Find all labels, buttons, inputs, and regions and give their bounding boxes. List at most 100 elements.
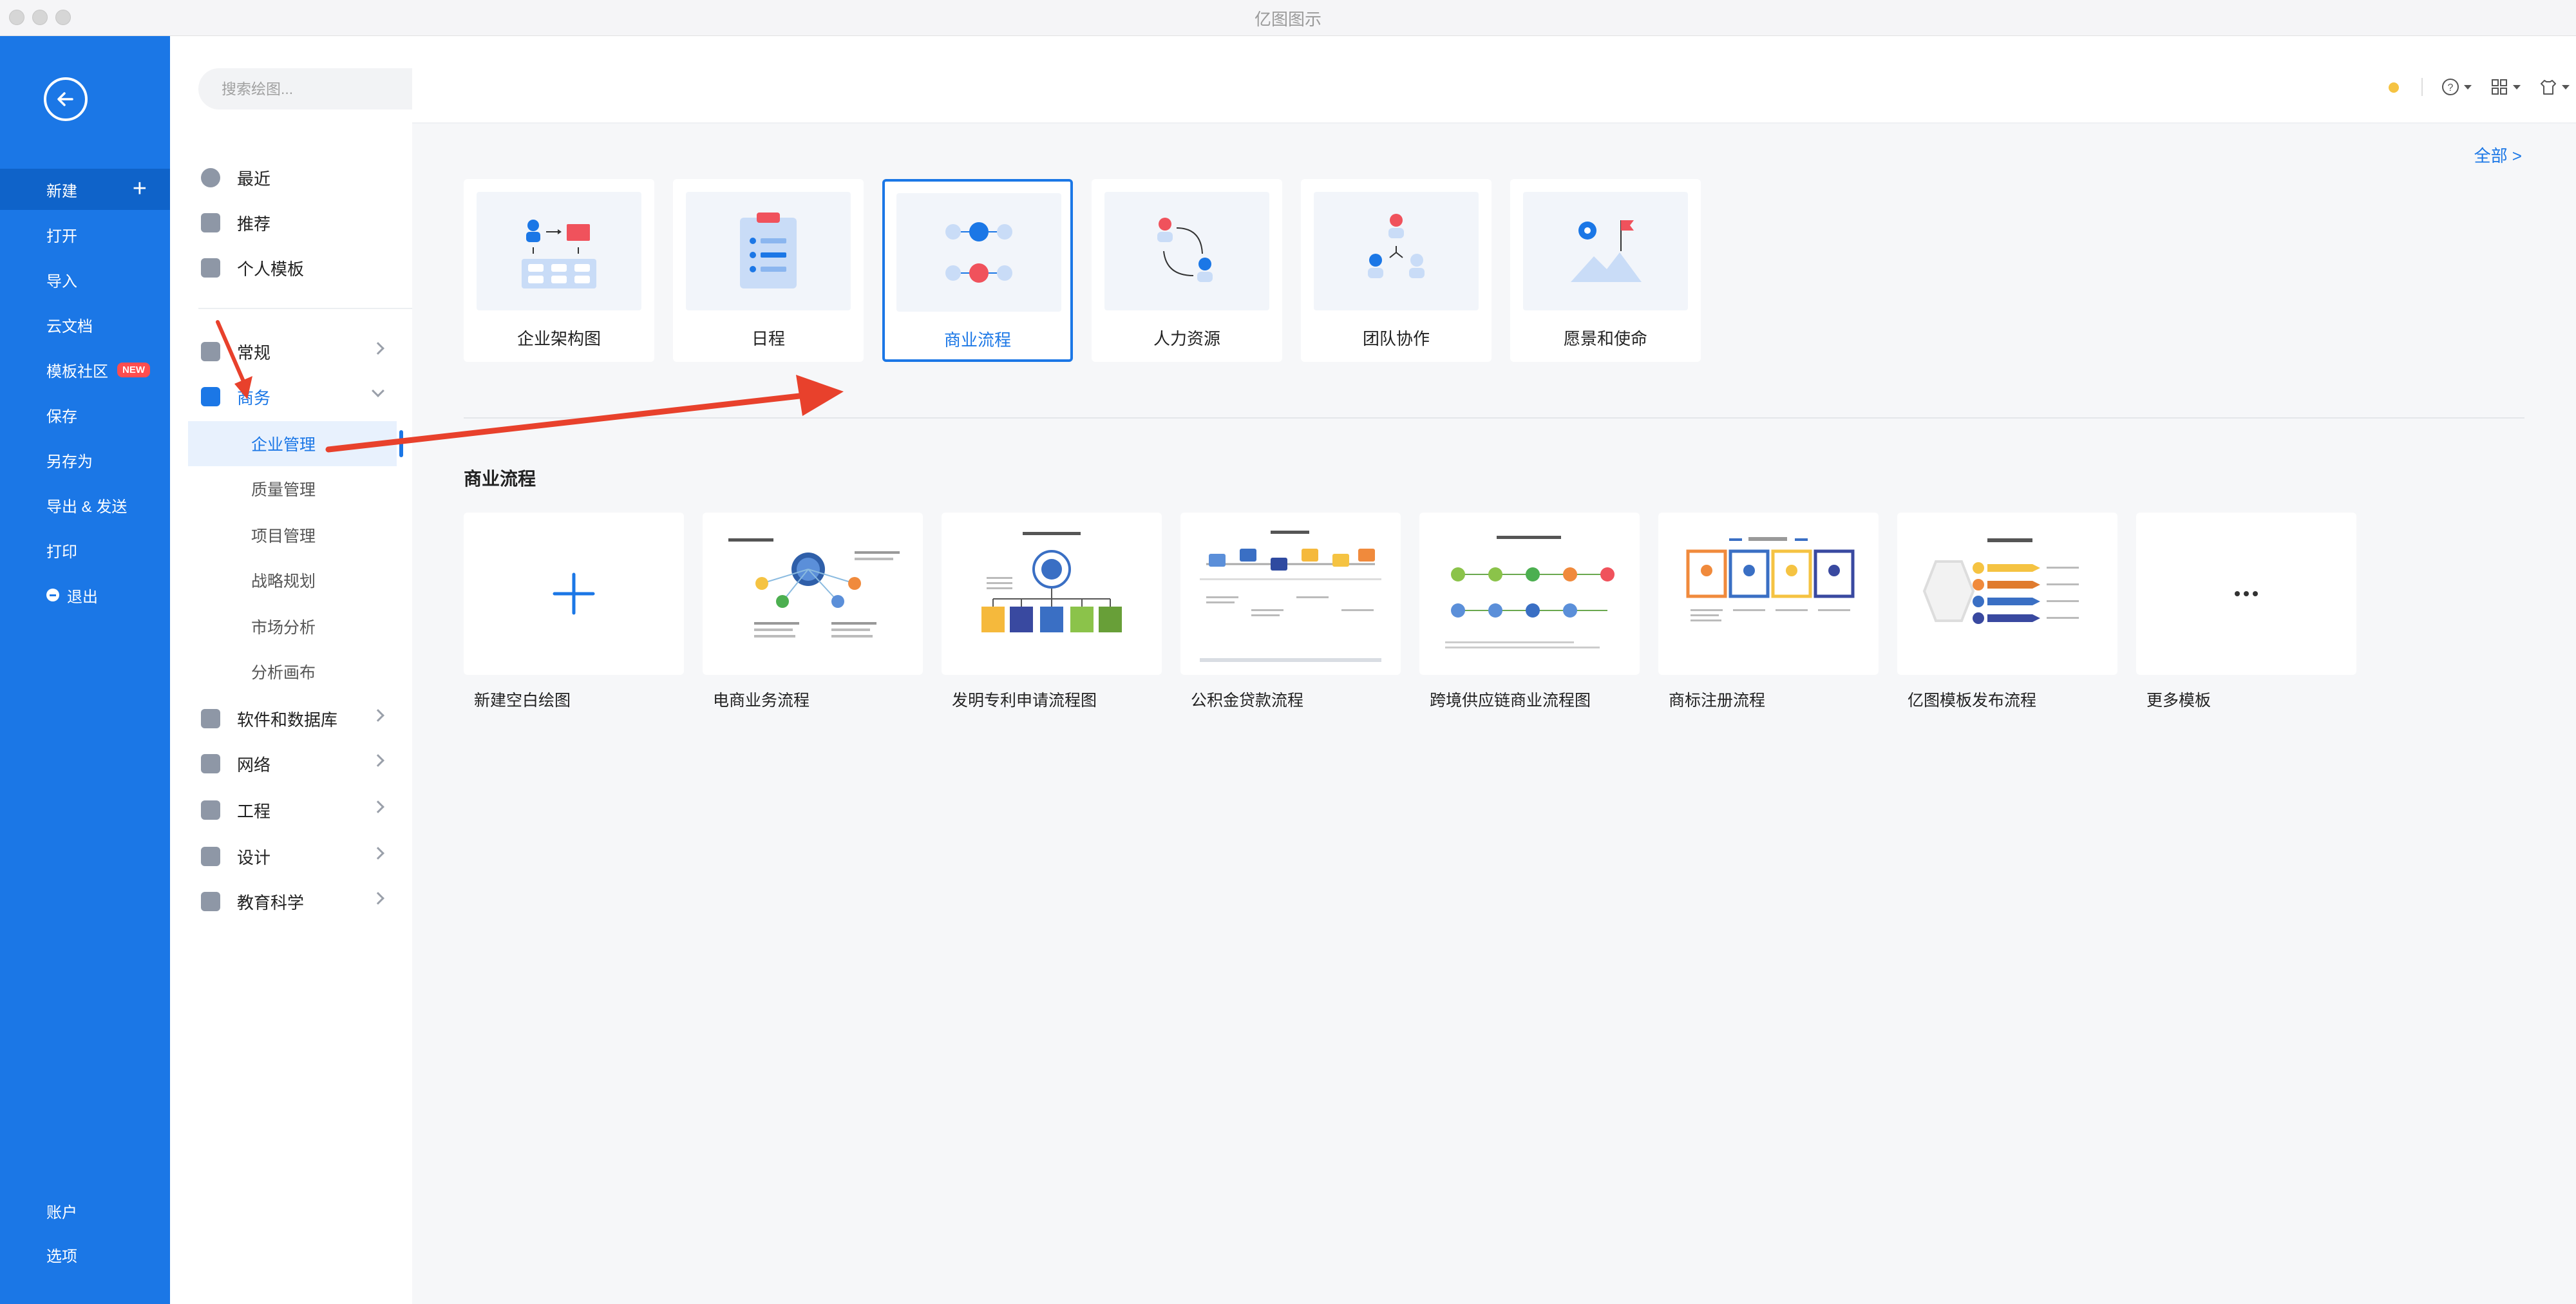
- subcategory-project-management[interactable]: 项目管理: [188, 513, 397, 558]
- subcategory-analysis-canvas-label: 分析画布: [251, 664, 316, 682]
- category-design[interactable]: 设计: [191, 837, 392, 876]
- nav-save[interactable]: 保存: [0, 394, 170, 435]
- subcategory-strategic-planning[interactable]: 战略规划: [188, 558, 397, 603]
- chevron-right-icon: [372, 709, 384, 722]
- nav-account[interactable]: 账户: [0, 1190, 170, 1231]
- category-network[interactable]: 网络: [191, 744, 392, 783]
- category-network-label: 网络: [237, 755, 271, 775]
- category-software-database-label: 软件和数据库: [237, 710, 338, 730]
- nav-new[interactable]: 新建 +: [0, 169, 170, 210]
- category-education-science-label: 教育科学: [237, 893, 305, 912]
- nav-save-as-label: 另存为: [46, 453, 93, 471]
- type-card-label: 企业架构图: [516, 329, 601, 348]
- window-titlebar: 亿图图示: [0, 0, 2576, 36]
- template-label: 电商业务流程: [713, 692, 810, 710]
- nav-exit-label: 退出: [67, 588, 98, 606]
- template-label: 亿图模板发布流程: [1908, 692, 2037, 710]
- nav-template-community-label: 模板社区: [46, 363, 108, 381]
- subcategory-quality-management[interactable]: 质量管理: [188, 466, 397, 511]
- new-badge: NEW: [117, 362, 150, 377]
- template-ecommerce-process[interactable]: [703, 513, 923, 675]
- category-education-science[interactable]: 教育科学: [191, 882, 392, 921]
- schedule-thumbnail: [686, 192, 851, 310]
- nav-save-label: 保存: [46, 408, 77, 426]
- nav-cloud-docs[interactable]: 云文档: [0, 304, 170, 345]
- type-card-team-collaboration[interactable]: 团队协作: [1301, 179, 1492, 362]
- subcategory-market-analysis[interactable]: 市场分析: [188, 604, 397, 649]
- template-more[interactable]: [2136, 513, 2356, 675]
- nav-import[interactable]: 导入: [0, 259, 170, 300]
- type-card-vision-mission[interactable]: 愿景和使命: [1510, 179, 1701, 362]
- category-business-label: 商务: [237, 388, 271, 408]
- theme-menu[interactable]: [2539, 77, 2570, 97]
- section-title: 商业流程: [464, 469, 536, 489]
- subcategory-project-management-label: 项目管理: [251, 527, 316, 545]
- category-sidebar: 最近 推荐 个人模板 常规 商务 企业管理 质量管理 项目管理 战略规划 市场分…: [170, 36, 554, 1304]
- category-general[interactable]: 常规: [191, 332, 392, 371]
- edraw-publish-process-thumbnail: [1922, 538, 2079, 624]
- type-card-human-resources[interactable]: 人力资源: [1092, 179, 1282, 362]
- nav-options-label: 选项: [46, 1247, 77, 1265]
- help-menu[interactable]: ?: [2441, 77, 2472, 97]
- subcategory-market-analysis-label: 市场分析: [251, 619, 316, 637]
- template-new-blank[interactable]: [464, 513, 684, 675]
- team-collaboration-thumbnail: [1314, 192, 1479, 310]
- template-trademark-registration[interactable]: [1658, 513, 1879, 675]
- template-edraw-publish-process[interactable]: [1897, 513, 2117, 675]
- tag-icon: [201, 342, 220, 361]
- business-icon: [201, 387, 220, 406]
- more-icon: [2235, 591, 2258, 596]
- nav-save-as[interactable]: 另存为: [0, 439, 170, 480]
- type-card-label: 团队协作: [1362, 329, 1430, 348]
- template-housing-fund-loan[interactable]: [1180, 513, 1401, 675]
- category-software-database[interactable]: 软件和数据库: [191, 699, 392, 738]
- ecommerce-process-thumbnail: [728, 538, 900, 638]
- category-business[interactable]: 商务: [191, 377, 392, 416]
- chevron-down-icon: [372, 384, 384, 397]
- template-label: 新建空白绘图: [474, 692, 571, 710]
- subcategory-enterprise-management[interactable]: 企业管理: [188, 421, 403, 466]
- crown-icon[interactable]: [2384, 77, 2403, 97]
- nav-open-label: 打开: [46, 227, 77, 245]
- nav-new-label: 新建: [46, 182, 77, 200]
- human-resources-thumbnail: [1104, 192, 1269, 310]
- template-cross-border-supply-chain[interactable]: [1419, 513, 1640, 675]
- apps-menu[interactable]: [2490, 77, 2521, 97]
- clock-icon: [201, 168, 220, 187]
- back-button[interactable]: [44, 77, 88, 121]
- caret-down-icon: [2513, 84, 2521, 90]
- type-card-schedule[interactable]: 日程: [673, 179, 864, 362]
- type-card-enterprise-architecture[interactable]: 企业架构图: [464, 179, 654, 362]
- type-card-label: 商业流程: [943, 330, 1011, 350]
- template-label: 发明专利申请流程图: [952, 692, 1097, 710]
- nav-options[interactable]: 选项: [0, 1234, 170, 1275]
- category-recommended[interactable]: 推荐: [191, 203, 392, 242]
- type-card-label: 人力资源: [1153, 329, 1220, 348]
- cross-border-supply-chain-thumbnail: [1445, 536, 1615, 648]
- nav-print[interactable]: 打印: [0, 529, 170, 571]
- exit-icon: [46, 589, 59, 601]
- category-engineering-label: 工程: [237, 801, 271, 821]
- category-engineering[interactable]: 工程: [191, 791, 392, 829]
- plus-icon[interactable]: +: [133, 176, 147, 201]
- category-personal-templates[interactable]: 个人模板: [191, 249, 392, 287]
- engineering-icon: [201, 800, 220, 820]
- chevron-right-icon: [372, 342, 384, 355]
- grid-icon: [2492, 79, 2507, 95]
- template-patent-application[interactable]: [942, 513, 1162, 675]
- nav-open[interactable]: 打开: [0, 214, 170, 255]
- trademark-registration-thumbnail: [1686, 537, 1855, 621]
- category-recent[interactable]: 最近: [191, 158, 392, 197]
- view-all-link[interactable]: 全部 >: [2474, 143, 2522, 167]
- nav-template-community[interactable]: 模板社区 NEW: [0, 349, 170, 390]
- category-general-label: 常规: [237, 343, 271, 363]
- nav-exit[interactable]: 退出: [0, 574, 170, 616]
- file-menu-sidebar: 新建 + 打开 导入 云文档 模板社区 NEW 保存 另存为 导出 & 发送 打…: [0, 36, 170, 1304]
- nav-print-label: 打印: [46, 543, 77, 561]
- category-recent-label: 最近: [237, 169, 271, 189]
- type-card-business-process[interactable]: 商业流程: [882, 179, 1073, 362]
- category-personal-templates-label: 个人模板: [237, 259, 305, 279]
- enterprise-architecture-thumbnail: [477, 192, 641, 310]
- nav-export-send[interactable]: 导出 & 发送: [0, 484, 170, 525]
- subcategory-analysis-canvas[interactable]: 分析画布: [188, 649, 397, 694]
